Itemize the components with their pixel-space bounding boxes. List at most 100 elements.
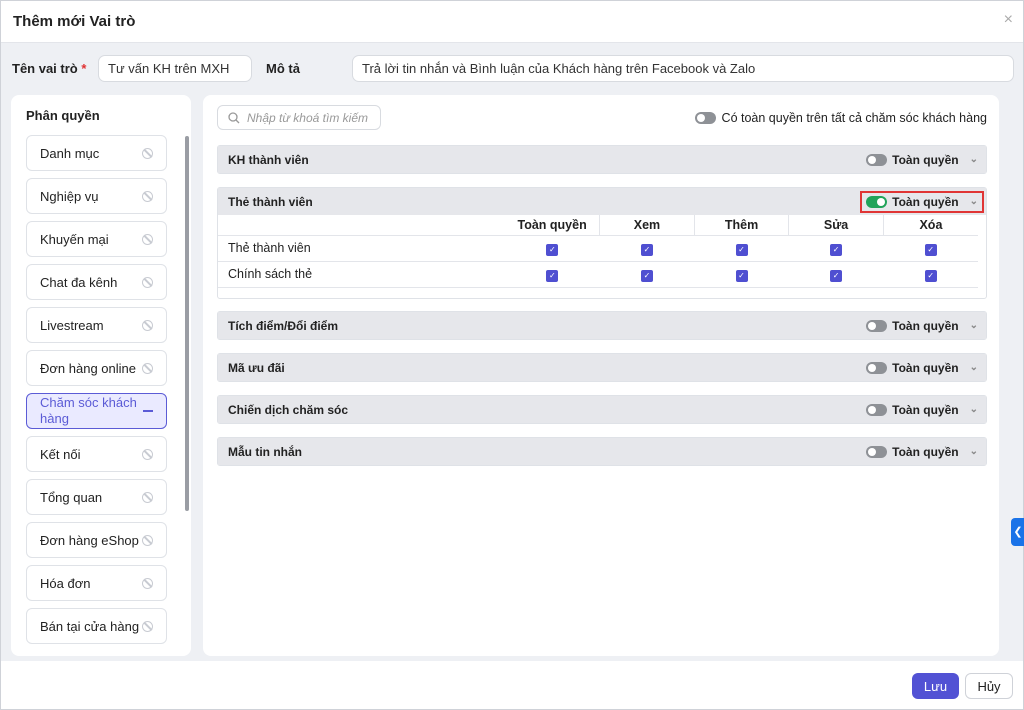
save-button[interactable]: Lưu (912, 673, 959, 699)
permission-section: Chiến dịch chăm sóc Toàn quyền ⌄ (217, 395, 987, 424)
full-permission-label: Toàn quyền (892, 194, 959, 209)
chevron-left-icon: ❮ (1013, 526, 1023, 538)
column-header: Xóa (883, 215, 978, 236)
column-header: Thêm (694, 215, 790, 236)
column-header: Toàn quyền (505, 215, 601, 236)
section-header[interactable]: Thẻ thành viên Toàn quyền ⌄ (218, 188, 986, 215)
sidebar-item[interactable]: Đơn hàng eShop (26, 522, 167, 558)
toggle-switch[interactable] (694, 112, 716, 124)
sidebar-item-label: Tổng quan (40, 489, 103, 505)
disabled-icon (142, 448, 153, 460)
role-name-input[interactable]: Tư vấn KH trên MXH (98, 55, 252, 82)
permission-section: Tích điểm/Đổi điểm Toàn quyền ⌄ (217, 311, 987, 340)
section-header[interactable]: Mẫu tin nhắn Toàn quyền ⌄ (218, 438, 986, 465)
full-permission-toggle[interactable]: Toàn quyền ⌄ (866, 445, 978, 459)
toggle-switch[interactable] (866, 319, 888, 332)
chevron-down-icon[interactable]: ⌄ (970, 196, 978, 207)
full-permission-label: Toàn quyền (892, 152, 959, 167)
sidebar-item[interactable]: Nghiệp vụ (26, 178, 167, 214)
sidebar-scrollbar[interactable] (185, 136, 189, 511)
permission-checkbox[interactable]: ✓ (830, 243, 843, 256)
section-header[interactable]: Tích điểm/Đổi điểm Toàn quyền ⌄ (218, 312, 986, 339)
role-name-label-text: Tên vai trò (12, 61, 78, 76)
sidebar-item[interactable]: Đơn hàng online (26, 350, 167, 386)
permission-checkbox[interactable]: ✓ (924, 269, 937, 282)
sidebar-item[interactable]: Hóa đơn (26, 565, 167, 601)
full-permission-toggle[interactable]: Toàn quyền ⌄ (866, 319, 978, 333)
section-header[interactable]: Mã ưu đãi Toàn quyền ⌄ (218, 354, 986, 381)
minus-icon (143, 410, 153, 412)
add-role-dialog: Thêm mới Vai trò × Tên vai trò * Tư vấn … (0, 0, 1024, 710)
cancel-button[interactable]: Hủy (965, 673, 1013, 699)
section-title: KH thành viên (228, 152, 309, 167)
chevron-down-icon[interactable]: ⌄ (970, 446, 978, 457)
permission-checkbox[interactable]: ✓ (924, 243, 937, 256)
row-label: Thẻ thành viên (218, 235, 506, 262)
full-permission-toggle[interactable]: Toàn quyền ⌄ (866, 361, 978, 375)
disabled-icon (142, 534, 153, 546)
disabled-icon (142, 620, 153, 632)
chevron-down-icon[interactable]: ⌄ (970, 404, 978, 415)
full-permission-toggle[interactable]: Toàn quyền ⌄ (866, 153, 978, 167)
sidebar-item[interactable]: Kết nối (26, 436, 167, 472)
permission-table: Toàn quyền Xem Thêm Sửa Xóa Thẻ thành viên ✓ ✓ ✓… (218, 215, 978, 288)
sidebar-item[interactable]: Livestream (26, 307, 167, 343)
permission-checkbox[interactable]: ✓ (735, 269, 748, 282)
dialog-footer: Lưu Hủy (1, 661, 1023, 709)
permission-checkbox[interactable]: ✓ (640, 243, 653, 256)
section-title: Tích điểm/Đổi điểm (228, 318, 339, 333)
disabled-icon (142, 190, 153, 202)
permission-content: Nhập từ khoá tìm kiếm Có toàn quyền trên… (203, 95, 999, 656)
chevron-down-icon[interactable]: ⌄ (970, 320, 978, 331)
sidebar-item-label: Đơn hàng online (40, 360, 136, 376)
all-permissions-toggle[interactable]: Có toàn quyền trên tất cả chăm sóc khách… (694, 111, 987, 125)
close-icon[interactable]: × (1004, 11, 1013, 29)
full-permission-label: Toàn quyền (892, 360, 959, 375)
permission-checkbox[interactable]: ✓ (640, 269, 653, 282)
sidebar-item[interactable]: Bán tại cửa hàng (26, 608, 167, 644)
full-permission-toggle[interactable]: Toàn quyền ⌄ (866, 403, 978, 417)
column-header: Sửa (788, 215, 884, 236)
sidebar-item[interactable]: Danh mục (26, 135, 167, 171)
toggle-switch[interactable] (866, 445, 888, 458)
permission-checkbox[interactable]: ✓ (546, 269, 559, 282)
permission-section: KH thành viên Toàn quyền ⌄ (217, 145, 987, 174)
toggle-switch[interactable] (866, 361, 888, 374)
full-permission-toggle[interactable]: Toàn quyền ⌄ (860, 190, 984, 213)
row-label: Chính sách thẻ (218, 261, 506, 288)
permission-checkbox[interactable]: ✓ (830, 269, 843, 282)
table-row: Chính sách thẻ ✓ ✓ ✓ ✓ ✓ (218, 261, 978, 288)
column-header: Xem (599, 215, 695, 236)
disabled-icon (142, 577, 153, 589)
description-input[interactable]: Trả lời tin nhắn và Bình luận của Khách … (352, 55, 1014, 82)
section-title: Chiến dịch chăm sóc (228, 402, 349, 417)
sidebar-item[interactable]: Chăm sóc khách hàng (26, 393, 167, 429)
permission-checkbox[interactable]: ✓ (735, 243, 748, 256)
required-mark: * (81, 61, 87, 76)
table-header-empty (218, 215, 506, 236)
full-permission-label: Toàn quyền (892, 444, 959, 459)
chevron-down-icon[interactable]: ⌄ (970, 362, 978, 373)
toggle-switch[interactable] (866, 153, 888, 166)
search-input[interactable]: Nhập từ khoá tìm kiếm (217, 105, 381, 130)
disabled-icon (142, 362, 153, 374)
disabled-icon (142, 276, 153, 288)
table-row: Thẻ thành viên ✓ ✓ ✓ ✓ ✓ (218, 235, 978, 262)
sidebar-item-label: Chat đa kênh (40, 274, 118, 290)
collapse-panel-tab[interactable]: ❮ (1011, 518, 1024, 546)
sidebar-item-label: Nghiệp vụ (40, 188, 99, 204)
section-title: Mẫu tin nhắn (228, 444, 302, 459)
sidebar-item[interactable]: Khuyến mại (26, 221, 167, 257)
permission-checkbox[interactable]: ✓ (546, 243, 559, 256)
sidebar-item-label: Đơn hàng eShop (40, 532, 139, 548)
toggle-switch[interactable] (866, 195, 888, 208)
sidebar-item[interactable]: Chat đa kênh (26, 264, 167, 300)
chevron-down-icon[interactable]: ⌄ (970, 154, 978, 165)
section-header[interactable]: Chiến dịch chăm sóc Toàn quyền ⌄ (218, 396, 986, 423)
sidebar-title: Phân quyền (26, 108, 100, 123)
section-header[interactable]: KH thành viên Toàn quyền ⌄ (218, 146, 986, 173)
permission-section: Mã ưu đãi Toàn quyền ⌄ (217, 353, 987, 382)
sidebar-item[interactable]: Tổng quan (26, 479, 167, 515)
toggle-switch[interactable] (866, 403, 888, 416)
disabled-icon (142, 147, 153, 159)
